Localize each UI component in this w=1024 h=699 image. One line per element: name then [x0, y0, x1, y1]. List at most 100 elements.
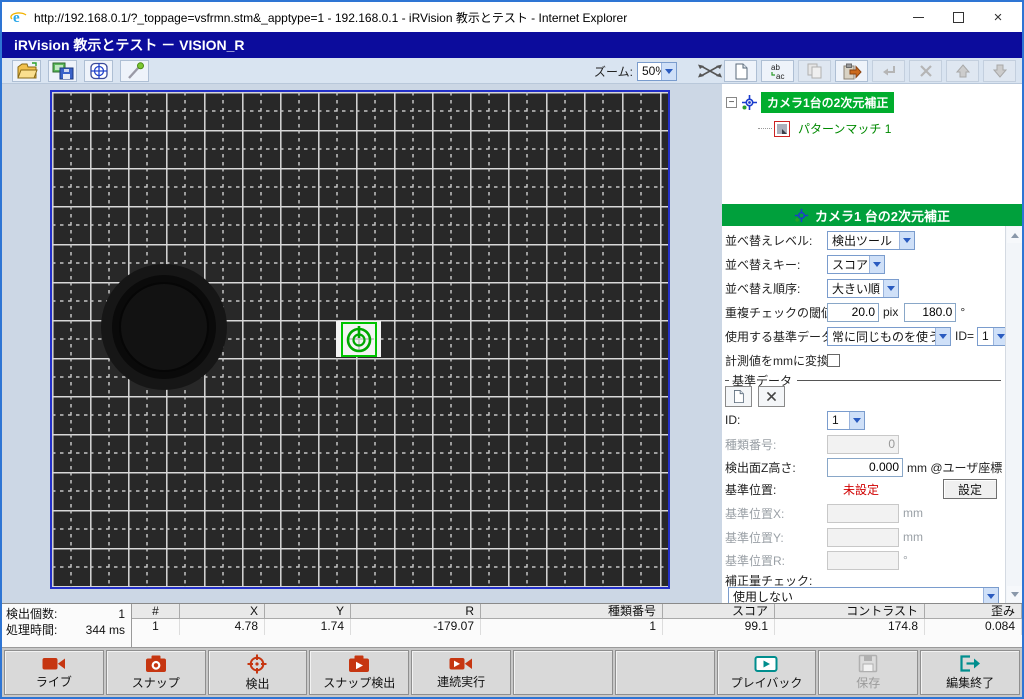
chevron-down-icon — [935, 328, 950, 345]
continuous-run-button[interactable]: 連続実行 — [411, 650, 511, 695]
results-row[interactable]: 1 4.78 1.74 -179.07 1 99.1 174.8 0.084 — [132, 619, 1022, 635]
tool-header: カメラ1 台の2次元補正 — [722, 204, 1022, 226]
sort-level-select[interactable]: 検出ツール — [827, 231, 915, 250]
minimize-icon[interactable] — [898, 3, 938, 31]
ref-id-label: ID: — [725, 413, 827, 427]
ref-data-new-button[interactable] — [725, 386, 752, 407]
col-header: コントラスト — [775, 604, 925, 619]
svg-text:ab: ab — [771, 63, 780, 72]
offset-check-value: 使用しない — [729, 588, 983, 605]
copy-tool-button — [798, 60, 831, 82]
find-button[interactable]: 検出 — [208, 650, 308, 695]
tree-child-label[interactable]: パターンマッチ 1 — [794, 118, 895, 139]
end-edit-button[interactable]: 編集終了 — [920, 650, 1020, 695]
snap-find-button[interactable]: スナップ検出 — [309, 650, 409, 695]
tree-collapse-icon[interactable]: − — [726, 97, 737, 108]
pointer-tool-icon — [124, 62, 146, 80]
live-button[interactable]: ライブ — [4, 650, 104, 695]
new-tool-button[interactable] — [724, 60, 757, 82]
overlap-distance-input[interactable] — [827, 303, 879, 322]
status-bar: 検出個数: 1 処理時間: 344 ms # X Y R 種類番号 スコア コン… — [2, 603, 1022, 647]
move-down-button — [983, 60, 1016, 82]
chevron-down-icon — [849, 412, 864, 429]
col-header: 歪み — [925, 604, 1022, 619]
video-play-icon — [448, 655, 474, 672]
results-table: # X Y R 種類番号 スコア コントラスト 歪み 1 4.78 1.74 -… — [132, 604, 1022, 647]
sort-order-select[interactable]: 大きい順 — [827, 279, 899, 298]
camera-play-icon — [347, 655, 371, 673]
overlap-angle-input[interactable] — [904, 303, 956, 322]
found-count-value: 1 — [118, 606, 125, 622]
col-header: スコア — [663, 604, 775, 619]
camera-image-viewport — [50, 90, 670, 589]
window-title: http://192.168.0.1/?_toppage=vsfrmn.stm&… — [34, 9, 627, 26]
save-image-button[interactable] — [48, 60, 77, 82]
paste-tool-icon — [842, 63, 862, 80]
result-cell: 1 — [481, 619, 663, 635]
zoom-select[interactable]: 50% — [637, 62, 677, 81]
new-item-icon — [732, 389, 745, 404]
tool-properties: 並べ替えレベル: 検出ツール 並べ替えキー: スコア 並べ替え順序: 大きい順 — [722, 226, 1005, 603]
type-number-input — [827, 435, 899, 454]
image-toolbar: ズーム: 50% ab ac — [2, 58, 1022, 84]
tree-node-pattern-match[interactable]: パターンマッチ 1 — [758, 118, 895, 139]
sort-key-value: スコア — [828, 256, 869, 273]
insert-icon — [880, 63, 898, 79]
z-height-input[interactable] — [827, 458, 903, 477]
maximize-icon[interactable] — [938, 3, 978, 31]
page-title: iRVision 教示とテスト － VISION_R — [2, 32, 1022, 58]
grid-setting-icon — [88, 62, 110, 80]
result-cell: -179.07 — [351, 619, 481, 635]
ref-id-value: 1 — [828, 413, 849, 427]
chevron-down-icon — [869, 256, 884, 273]
ref-id-select[interactable]: 1 — [827, 411, 865, 430]
set-ref-position-button[interactable]: 設定 — [943, 479, 997, 499]
calib-tool-icon — [741, 94, 758, 111]
copy-icon — [806, 63, 823, 79]
fit-view-icon[interactable] — [695, 61, 725, 81]
grid-setting-button[interactable] — [84, 60, 113, 82]
open-image-button[interactable] — [12, 60, 41, 82]
snap-button[interactable]: スナップ — [106, 650, 206, 695]
col-header: X — [180, 604, 265, 619]
ref-x-input — [827, 504, 899, 523]
scroll-down-icon[interactable] — [1007, 586, 1022, 602]
pointer-tool-button[interactable] — [120, 60, 149, 82]
overlap-threshold-label: 重複チェックの閾値: — [725, 304, 827, 321]
close-icon[interactable]: × — [978, 3, 1018, 31]
ref-r-unit: ° — [903, 553, 908, 567]
video-camera-icon — [41, 655, 67, 672]
paste-tool-button[interactable] — [835, 60, 868, 82]
tree-root-label[interactable]: カメラ1台の2次元補正 — [761, 92, 894, 113]
col-header: 種類番号 — [481, 604, 663, 619]
ref-position-label: 基準位置: — [725, 481, 827, 498]
delete-icon — [918, 63, 934, 79]
image-view-area — [2, 84, 722, 603]
ref-data-mode-label: 使用する基準データ: — [725, 328, 827, 345]
pattern-match-icon — [774, 121, 790, 137]
move-up-icon — [955, 63, 971, 79]
camera-image — [52, 92, 668, 587]
move-up-button — [946, 60, 979, 82]
col-header: Y — [265, 604, 351, 619]
ref-data-mode-select[interactable]: 常に同じものを使う — [827, 327, 951, 346]
exit-icon — [958, 654, 982, 673]
ref-data-delete-button[interactable] — [758, 386, 785, 407]
found-pattern-marker — [336, 321, 381, 357]
move-down-icon — [992, 63, 1008, 79]
scroll-up-icon[interactable] — [1007, 227, 1022, 243]
calib-tool-icon — [794, 208, 809, 223]
tree-node-root[interactable]: − カメラ1台の2次元補正 — [726, 92, 894, 113]
insert-tool-button — [872, 60, 905, 82]
convert-mm-label: 計測値をmmに変換: — [725, 352, 827, 369]
process-time-label: 処理時間: — [6, 622, 57, 638]
ref-data-id-select[interactable]: 1 — [977, 327, 1009, 346]
detection-stats: 検出個数: 1 処理時間: 344 ms — [2, 604, 132, 647]
panel-scrollbar[interactable] — [1005, 226, 1022, 603]
ie-logo-icon: e — [10, 8, 28, 26]
sort-key-select[interactable]: スコア — [827, 255, 885, 274]
rename-tool-button[interactable]: ab ac — [761, 60, 794, 82]
convert-mm-checkbox[interactable] — [827, 354, 840, 367]
playback-button[interactable]: プレイバック — [717, 650, 817, 695]
z-height-label: 検出面Z高さ: — [725, 459, 827, 476]
